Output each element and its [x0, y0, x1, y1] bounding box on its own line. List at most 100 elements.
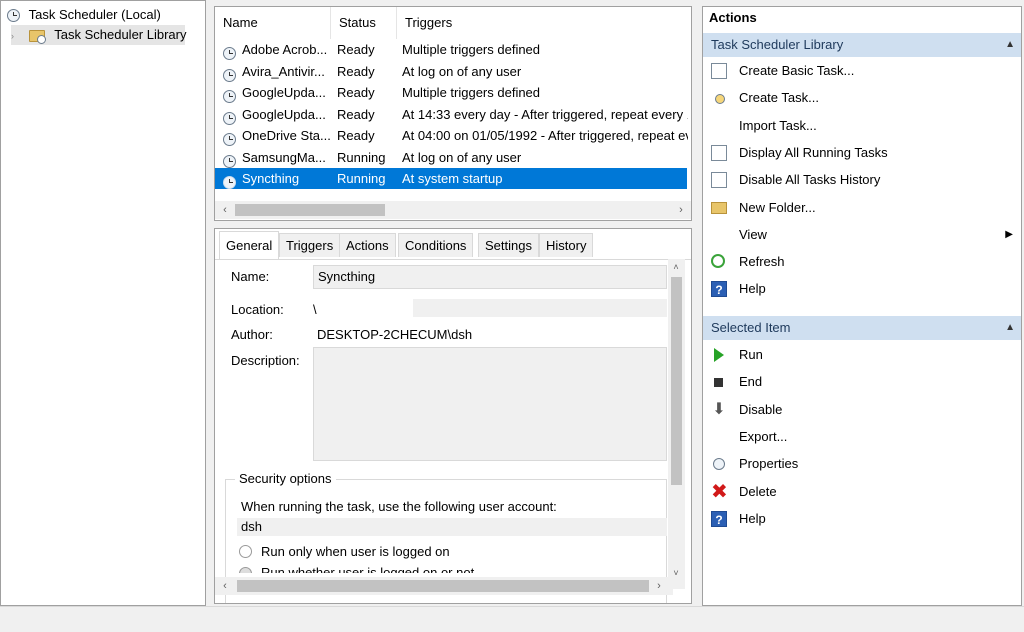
collapse-icon[interactable]: ▲	[1005, 33, 1015, 57]
detail-hscroll-thumb[interactable]	[237, 580, 649, 592]
action-help[interactable]: ? Help	[703, 506, 1021, 532]
table-row[interactable]: GoogleUpda... Ready At 14:33 every day - A…	[215, 104, 688, 125]
tree-item-root[interactable]: Task Scheduler (Local)	[7, 5, 161, 25]
tab-settings[interactable]: Settings	[478, 233, 539, 257]
section-task-scheduler-library[interactable]: Task Scheduler Library ▲	[703, 33, 1021, 57]
detail-scroll-left-icon[interactable]: ‹	[217, 578, 233, 594]
action-label: Create Basic Task...	[739, 63, 855, 78]
table-row[interactable]: Avira_Antivir... Ready At log on of any us…	[215, 61, 687, 82]
security-options-title: Security options	[235, 471, 336, 486]
action-view[interactable]: View ▶	[703, 222, 1021, 248]
action-delete[interactable]: ✖ Delete	[703, 479, 1021, 505]
section1-label: Task Scheduler Library	[711, 37, 844, 52]
collapse-icon[interactable]: ▲	[1005, 316, 1015, 340]
description-label: Description:	[231, 353, 300, 368]
task-triggers: At log on of any user	[402, 149, 522, 165]
radio-whether-logged-on-label: Run whether user is logged on or not	[261, 565, 475, 573]
action-import-task[interactable]: Import Task...	[703, 113, 1021, 139]
location-shading	[413, 299, 667, 317]
table-row[interactable]: Syncthing Running At system startup	[215, 168, 687, 192]
action-new-folder[interactable]: New Folder...	[703, 195, 1021, 221]
task-folder-icon	[28, 29, 46, 44]
tab-conditions[interactable]: Conditions	[398, 233, 474, 257]
status-bar	[0, 606, 1024, 632]
run-icon	[714, 348, 724, 362]
action-end[interactable]: End	[703, 369, 1021, 395]
column-header-status[interactable]: Status	[331, 7, 397, 39]
action-label: Help	[739, 281, 766, 297]
radio-logged-on[interactable]	[239, 545, 252, 558]
new-task-icon	[715, 94, 725, 105]
action-properties[interactable]: Properties	[703, 451, 1021, 477]
task-status: Running	[337, 149, 386, 165]
table-row[interactable]: GoogleUpda... Ready Multiple triggers defi…	[215, 82, 687, 104]
wizard-icon	[711, 63, 727, 79]
tab-triggers[interactable]: Triggers	[279, 233, 341, 257]
detail-scroll-right-icon[interactable]: ›	[651, 578, 667, 594]
section-selected-item[interactable]: Selected Item ▲	[703, 316, 1021, 340]
detail-vscroll-thumb[interactable]	[671, 277, 682, 485]
task-name: OneDrive Sta...	[242, 128, 330, 143]
task-list: Name Status Triggers Adobe Acrob... Ready…	[214, 6, 692, 221]
radio-whether-logged-on[interactable]	[239, 567, 252, 573]
task-detail-panel: General Triggers Actions Conditions Sett…	[214, 228, 692, 604]
action-export[interactable]: Export...	[703, 424, 1021, 450]
action-disable[interactable]: ⬇ Disable	[703, 397, 1021, 423]
detail-vscrollbar[interactable]: ˄ ˅	[668, 259, 685, 589]
action-refresh[interactable]: Refresh	[703, 249, 1021, 275]
column-header-triggers[interactable]: Triggers	[397, 7, 687, 39]
task-status: Ready	[337, 128, 375, 143]
folder-icon	[711, 201, 727, 214]
description-field[interactable]	[313, 347, 667, 461]
tab-actions[interactable]: Actions	[339, 233, 396, 257]
table-row[interactable]: SamsungMa... Running At log on of any user	[215, 147, 687, 168]
action-create-basic-task[interactable]: Create Basic Task...	[703, 58, 1021, 84]
tree-root-label: Task Scheduler (Local)	[28, 7, 161, 22]
task-name: SamsungMa...	[242, 149, 326, 165]
task-triggers: At log on of any user	[402, 63, 522, 79]
end-icon	[714, 378, 723, 388]
action-label: Disable All Tasks History	[739, 172, 881, 188]
task-status: Ready	[337, 42, 375, 57]
tab-general[interactable]: General	[219, 231, 280, 259]
action-label: New Folder...	[739, 199, 816, 215]
action-create-task[interactable]: Create Task...	[703, 85, 1021, 111]
task-status: Running	[337, 171, 386, 186]
location-label: Location:	[231, 302, 284, 317]
column-header-name[interactable]: Name	[215, 7, 331, 39]
name-field[interactable]: Syncthing	[313, 265, 667, 289]
detail-hscrollbar[interactable]: ‹ ›	[215, 577, 673, 595]
task-name: Adobe Acrob...	[242, 42, 328, 57]
scroll-left-icon[interactable]: ‹	[217, 202, 233, 218]
task-triggers: Multiple triggers defined	[402, 85, 541, 100]
refresh-icon	[711, 254, 725, 269]
table-row[interactable]: OneDrive Sta... Ready At 04:00 on 01/05/19…	[215, 125, 688, 147]
table-row[interactable]: Adobe Acrob... Ready Multiple triggers def…	[215, 39, 687, 61]
scroll-thumb[interactable]	[235, 204, 385, 216]
task-clock-icon	[223, 171, 239, 192]
running-tasks-icon	[711, 144, 727, 161]
scroll-up-icon[interactable]: ˄	[668, 259, 684, 275]
location-value: \	[313, 302, 317, 317]
actions-pane: Actions Task Scheduler Library ▲ Create …	[702, 6, 1022, 606]
scroll-right-icon[interactable]: ›	[673, 202, 689, 218]
navigation-tree: Task Scheduler (Local) › Task Scheduler …	[0, 0, 206, 606]
action-label: End	[739, 374, 763, 390]
action-label: View	[739, 226, 767, 242]
tree-item-library[interactable]: › Task Scheduler Library	[11, 25, 186, 46]
actions-title: Actions	[709, 10, 757, 25]
author-value: DESKTOP-2CHECUM\dsh	[317, 327, 473, 342]
action-help[interactable]: ? Help	[703, 276, 1021, 302]
user-account-field: dsh	[237, 518, 667, 536]
action-display-all-running-tasks[interactable]: Display All Running Tasks	[703, 140, 1021, 166]
action-run[interactable]: Run	[703, 342, 1021, 368]
action-disable-all-tasks-history[interactable]: Disable All Tasks History	[703, 167, 1021, 193]
task-triggers: At system startup	[402, 171, 503, 186]
security-account-text: When running the task, use the following…	[241, 499, 557, 514]
action-label: Export...	[739, 428, 788, 444]
task-list-hscrollbar[interactable]: ‹ ›	[215, 201, 691, 219]
task-status: Ready	[337, 85, 375, 100]
tab-history[interactable]: History	[539, 233, 594, 257]
chevron-right-icon[interactable]: ›	[11, 26, 25, 46]
action-label: Create Task...	[739, 90, 819, 106]
